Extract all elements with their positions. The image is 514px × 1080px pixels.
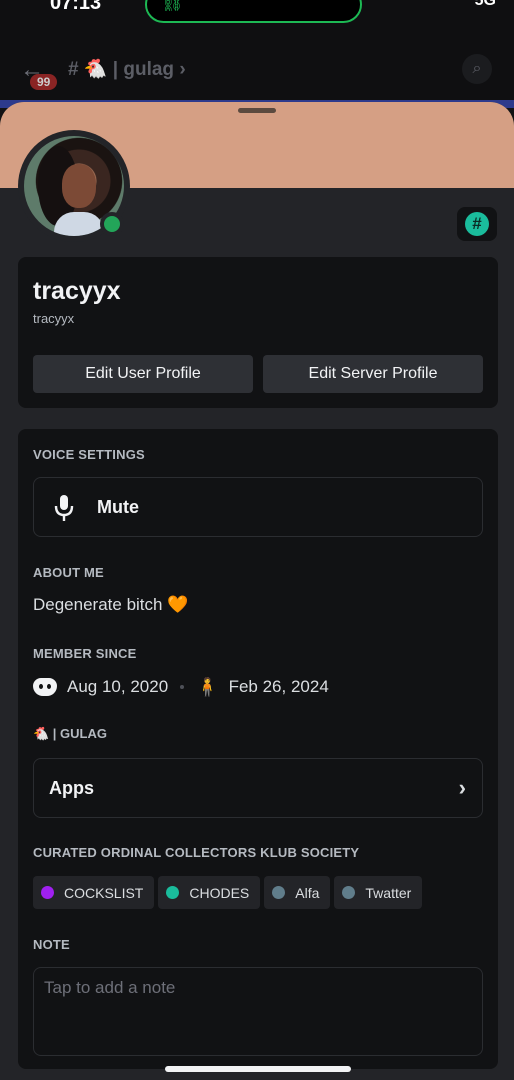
note-input[interactable]: Tap to add a note [33,967,483,1056]
channel-title: # 🐔 | gulag › [68,59,186,80]
user-card: tracyyx tracyyx Edit User Profile Edit S… [18,257,498,408]
roles-list: COCKSLIST CHODES Alfa Twatter [33,876,423,909]
server-icon: 🧍 [196,676,219,697]
apps-row[interactable]: Apps › [33,758,483,818]
member-since-row: Aug 10, 2020 🧍 Feb 26, 2024 [33,674,329,700]
profile-sheet: # tracyyx tracyyx Edit User Profile Edit… [0,102,514,1080]
chevron-right-icon: › [458,775,466,800]
details-card: VOICE SETTINGS Mute ABOUT ME Degenerate … [18,429,498,1069]
note-placeholder: Tap to add a note [44,978,176,997]
member-since-heading: MEMBER SINCE [33,646,137,661]
roles-heading: CURATED ORDINAL COLLECTORS KLUB SOCIETY [33,845,360,860]
role-name: Twatter [365,884,412,901]
orange-heart-icon: 🧡 [167,595,189,614]
voice-settings-heading: VOICE SETTINGS [33,447,145,462]
apps-label: Apps [49,778,94,798]
role-name: Alfa [295,884,320,901]
avatar-shirt [54,212,104,236]
link-icon: ⛓ [161,0,184,12]
role-color-dot [272,886,286,899]
role-color-dot [41,886,54,899]
separator-dot [180,685,185,689]
avatar-face [62,164,96,208]
mute-row[interactable]: Mute [33,477,483,537]
server-name-heading: 🐔 | GULAG [33,726,107,741]
mute-label: Mute [97,497,139,517]
about-me-heading: ABOUT ME [33,565,104,580]
edit-user-profile-button[interactable]: Edit User Profile [33,355,253,393]
role-color-dot [166,886,180,899]
hashtag-icon: # [465,212,489,236]
unread-badge: 99 [30,74,58,90]
role-chip[interactable]: Twatter [334,876,423,909]
edit-server-profile-button[interactable]: Edit Server Profile [263,355,483,393]
drag-handle[interactable] [238,108,276,113]
role-chip[interactable]: Alfa [264,876,331,909]
nitro-badge[interactable]: # [457,207,497,241]
status-time: 07:13 [50,0,102,14]
status-bar: 07:13 ⛓ 5G [0,0,514,40]
about-me-body: Degenerate bitch [33,595,163,614]
online-status-icon [100,212,124,236]
network-indicator: 5G [474,0,496,9]
discord-icon [33,678,57,696]
home-indicator[interactable] [165,1066,351,1072]
note-heading: NOTE [33,937,70,952]
display-name: tracyyx [33,277,121,305]
server-join-date: Feb 26, 2024 [228,677,329,696]
role-chip[interactable]: CHODES [158,876,261,909]
role-name: COCKSLIST [64,884,144,901]
microphone-icon [54,495,74,521]
role-color-dot [342,886,356,899]
dynamic-island: ⛓ [145,0,362,23]
role-name: CHODES [189,884,250,901]
search-icon[interactable]: ⌕ [462,54,492,84]
discord-join-date: Aug 10, 2020 [67,677,169,696]
role-chip[interactable]: COCKSLIST [33,876,155,909]
username: tracyyx [33,311,75,326]
about-me-text: Degenerate bitch 🧡 [33,595,188,615]
